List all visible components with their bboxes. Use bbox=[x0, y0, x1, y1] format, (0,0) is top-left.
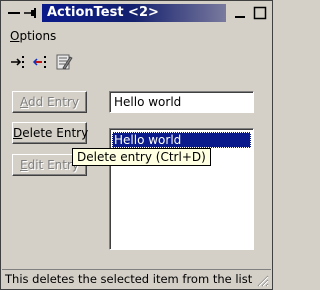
add-entry-tool-icon[interactable] bbox=[9, 53, 29, 71]
entry-list[interactable]: Hello world bbox=[109, 128, 254, 250]
entry-text-field[interactable]: Hello world bbox=[109, 91, 254, 113]
maximize-icon[interactable] bbox=[252, 5, 268, 21]
title-bar[interactable]: ActionTest <2> bbox=[2, 2, 271, 24]
delete-entry-button[interactable]: Delete Entry bbox=[12, 122, 89, 144]
minimize-icon[interactable] bbox=[232, 5, 248, 21]
tooltip: Delete entry (Ctrl+D) bbox=[72, 148, 211, 166]
delete-entry-tool-icon[interactable] bbox=[31, 53, 51, 71]
window-menu-icon[interactable] bbox=[6, 5, 22, 21]
status-bar: This deletes the selected item from the … bbox=[2, 269, 271, 289]
delete-entry-accel: D bbox=[13, 126, 23, 140]
delete-entry-label: elete Entry bbox=[22, 126, 89, 140]
add-entry-label: dd Entry bbox=[28, 95, 79, 109]
menu-bar: Options bbox=[2, 26, 271, 46]
edit-entry-accel: E bbox=[20, 158, 28, 172]
add-entry-accel: A bbox=[20, 95, 28, 109]
resize-grip-icon[interactable] bbox=[255, 273, 269, 287]
status-text: This deletes the selected item from the … bbox=[5, 272, 253, 286]
app-window: ActionTest <2> Options Add Entry Delete … bbox=[0, 0, 273, 290]
toolbar bbox=[2, 49, 271, 75]
list-item[interactable]: Hello world bbox=[112, 132, 251, 148]
menu-options[interactable]: Options bbox=[10, 28, 56, 44]
add-entry-button[interactable]: Add Entry bbox=[12, 91, 87, 113]
menu-options-label: ptions bbox=[19, 29, 57, 43]
pin-icon[interactable] bbox=[23, 5, 39, 21]
window-title: ActionTest <2> bbox=[42, 4, 226, 22]
edit-entry-tool-icon[interactable] bbox=[54, 53, 74, 71]
